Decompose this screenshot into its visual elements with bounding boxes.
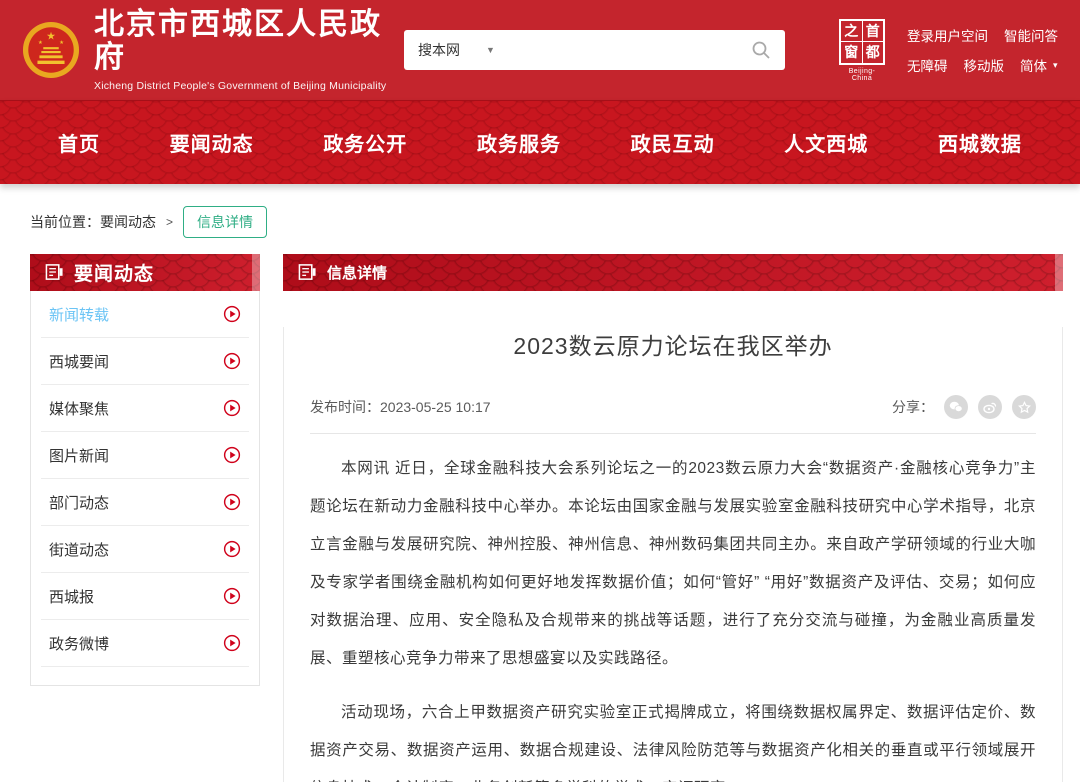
article-section: 信息详情 2023数云原力论坛在我区举办 发布时间：2023-05-25 10:… bbox=[283, 254, 1063, 782]
sidebar-item-label: 西城要闻 bbox=[49, 351, 109, 372]
sidebar-title: 要闻动态 bbox=[74, 259, 154, 286]
article-paragraph: 本网讯 近日，全球金融科技大会系列论坛之一的2023数云原力大会“数据资产·金融… bbox=[310, 450, 1036, 678]
capital-window-caption: Beijing-China bbox=[839, 68, 885, 82]
accessibility-link[interactable]: 无障碍 bbox=[907, 55, 948, 75]
site-subtitle: Xicheng District People's Government of … bbox=[94, 80, 388, 92]
sidebar-item-label: 部门动态 bbox=[49, 492, 109, 513]
nav-item-culture[interactable]: 人文西城 bbox=[784, 128, 868, 157]
article-panel-header: 信息详情 bbox=[283, 254, 1063, 291]
arrow-circle-icon[interactable] bbox=[223, 493, 241, 511]
sidebar-header: 要闻动态 bbox=[30, 254, 260, 291]
share-bar: 分享： bbox=[892, 395, 1036, 419]
publish-time-label: 发布时间： bbox=[310, 399, 380, 415]
sidebar-item-media-focus[interactable]: 媒体聚焦 bbox=[41, 385, 249, 432]
arrow-circle-icon[interactable] bbox=[223, 634, 241, 652]
language-simplified-link[interactable]: 简体 bbox=[1020, 55, 1047, 75]
sidebar-item-label: 街道动态 bbox=[49, 539, 109, 560]
meta-divider bbox=[310, 433, 1036, 434]
cw-char: 之 bbox=[841, 21, 862, 42]
cw-char: 都 bbox=[863, 42, 884, 63]
arrow-circle-icon[interactable] bbox=[223, 305, 241, 323]
breadcrumb-section-link[interactable]: 要闻动态 bbox=[100, 212, 156, 232]
article-body: 本网讯 近日，全球金融科技大会系列论坛之一的2023数云原力大会“数据资产·金融… bbox=[310, 450, 1036, 782]
news-list-icon bbox=[45, 263, 64, 282]
publish-time: 发布时间：2023-05-25 10:17 bbox=[310, 397, 491, 417]
svg-text:★: ★ bbox=[38, 40, 43, 46]
sidebar-item-xicheng-paper[interactable]: 西城报 bbox=[41, 573, 249, 620]
login-user-space-link[interactable]: 登录用户空间 bbox=[907, 25, 988, 45]
cw-char: 窗 bbox=[841, 42, 862, 63]
chevron-down-icon: ▼ bbox=[486, 45, 495, 55]
chevron-down-icon: ▾ bbox=[1053, 60, 1058, 71]
nav-item-home[interactable]: 首页 bbox=[58, 128, 100, 157]
article-box: 2023数云原力论坛在我区举办 发布时间：2023-05-25 10:17 分享… bbox=[283, 327, 1063, 782]
site-header: ★ ★ ★ 北京市西城区人民政府 Xicheng District People… bbox=[0, 0, 1080, 100]
cw-char: 首 bbox=[863, 21, 884, 42]
search-box[interactable]: 搜本网 ▼ bbox=[404, 30, 785, 70]
article-title: 2023数云原力论坛在我区举办 bbox=[310, 327, 1036, 361]
arrow-circle-icon[interactable] bbox=[223, 587, 241, 605]
article-paragraph: 活动现场，六合上甲数据资产研究实验室正式揭牌成立，将围绕数据权属界定、数据评估定… bbox=[310, 694, 1036, 782]
sidebar-item-xicheng-news[interactable]: 西城要闻 bbox=[41, 338, 249, 385]
nav-item-gov-services[interactable]: 政务服务 bbox=[477, 128, 561, 157]
sidebar-item-street-news[interactable]: 街道动态 bbox=[41, 526, 249, 573]
search-input[interactable] bbox=[505, 42, 741, 58]
svg-text:★: ★ bbox=[46, 30, 56, 42]
sidebar-item-label: 图片新闻 bbox=[49, 445, 109, 466]
share-wechat-icon[interactable] bbox=[944, 395, 968, 419]
breadcrumb-current-chip[interactable]: 信息详情 bbox=[183, 206, 267, 238]
breadcrumb: 当前位置： 要闻动态 > 信息详情 bbox=[30, 206, 1080, 238]
panel-title: 信息详情 bbox=[327, 262, 387, 283]
sidebar-item-label: 西城报 bbox=[49, 586, 94, 607]
sidebar-item-photo-news[interactable]: 图片新闻 bbox=[41, 432, 249, 479]
nav-item-news[interactable]: 要闻动态 bbox=[170, 128, 254, 157]
sidebar: 要闻动态 新闻转载 西城要闻 媒体聚焦 bbox=[30, 254, 260, 686]
sidebar-item-label: 新闻转载 bbox=[49, 304, 109, 325]
smart-qa-link[interactable]: 智能问答 bbox=[1004, 25, 1058, 45]
share-label: 分享： bbox=[892, 397, 934, 417]
sidebar-item-label: 政务微博 bbox=[49, 633, 109, 654]
article-meta: 发布时间：2023-05-25 10:17 分享： bbox=[310, 395, 1036, 419]
site-title: 北京市西城区人民政府 bbox=[94, 8, 388, 74]
mobile-version-link[interactable]: 移动版 bbox=[964, 55, 1005, 75]
share-weibo-icon[interactable] bbox=[978, 395, 1002, 419]
detail-doc-icon bbox=[298, 263, 317, 282]
header-links: 登录用户空间 智能问答 无障碍 移动版 简体 ▾ bbox=[907, 25, 1058, 75]
publish-time-value: 2023-05-25 10:17 bbox=[380, 399, 491, 415]
nav-item-gov-disclosure[interactable]: 政务公开 bbox=[323, 128, 407, 157]
search-scope-label: 搜本网 bbox=[418, 40, 460, 60]
sidebar-item-department-news[interactable]: 部门动态 bbox=[41, 479, 249, 526]
search-scope-dropdown[interactable]: 搜本网 ▼ bbox=[418, 40, 495, 60]
nav-item-interaction[interactable]: 政民互动 bbox=[631, 128, 715, 157]
main-navigation: 首页 要闻动态 政务公开 政务服务 政民互动 人文西城 西城数据 bbox=[0, 100, 1080, 184]
arrow-circle-icon[interactable] bbox=[223, 399, 241, 417]
share-favorite-icon[interactable] bbox=[1012, 395, 1036, 419]
sidebar-item-label: 媒体聚焦 bbox=[49, 398, 109, 419]
sidebar-item-news-repost[interactable]: 新闻转载 bbox=[41, 291, 249, 338]
breadcrumb-separator: > bbox=[166, 215, 173, 229]
breadcrumb-prefix: 当前位置： bbox=[30, 212, 100, 232]
nav-item-data[interactable]: 西城数据 bbox=[938, 128, 1022, 157]
search-icon[interactable] bbox=[751, 40, 771, 60]
sidebar-item-gov-weibo[interactable]: 政务微博 bbox=[41, 620, 249, 667]
site-brand[interactable]: ★ ★ ★ 北京市西城区人民政府 Xicheng District People… bbox=[22, 8, 388, 92]
svg-text:★: ★ bbox=[59, 40, 64, 46]
arrow-circle-icon[interactable] bbox=[223, 352, 241, 370]
capital-window-icon: 之 首 窗 都 bbox=[839, 19, 885, 65]
national-emblem-icon: ★ ★ ★ bbox=[22, 21, 80, 79]
sidebar-menu: 新闻转载 西城要闻 媒体聚焦 bbox=[30, 291, 260, 686]
arrow-circle-icon[interactable] bbox=[223, 446, 241, 464]
arrow-circle-icon[interactable] bbox=[223, 540, 241, 558]
capital-window-logo[interactable]: 之 首 窗 都 Beijing-China bbox=[839, 19, 885, 82]
